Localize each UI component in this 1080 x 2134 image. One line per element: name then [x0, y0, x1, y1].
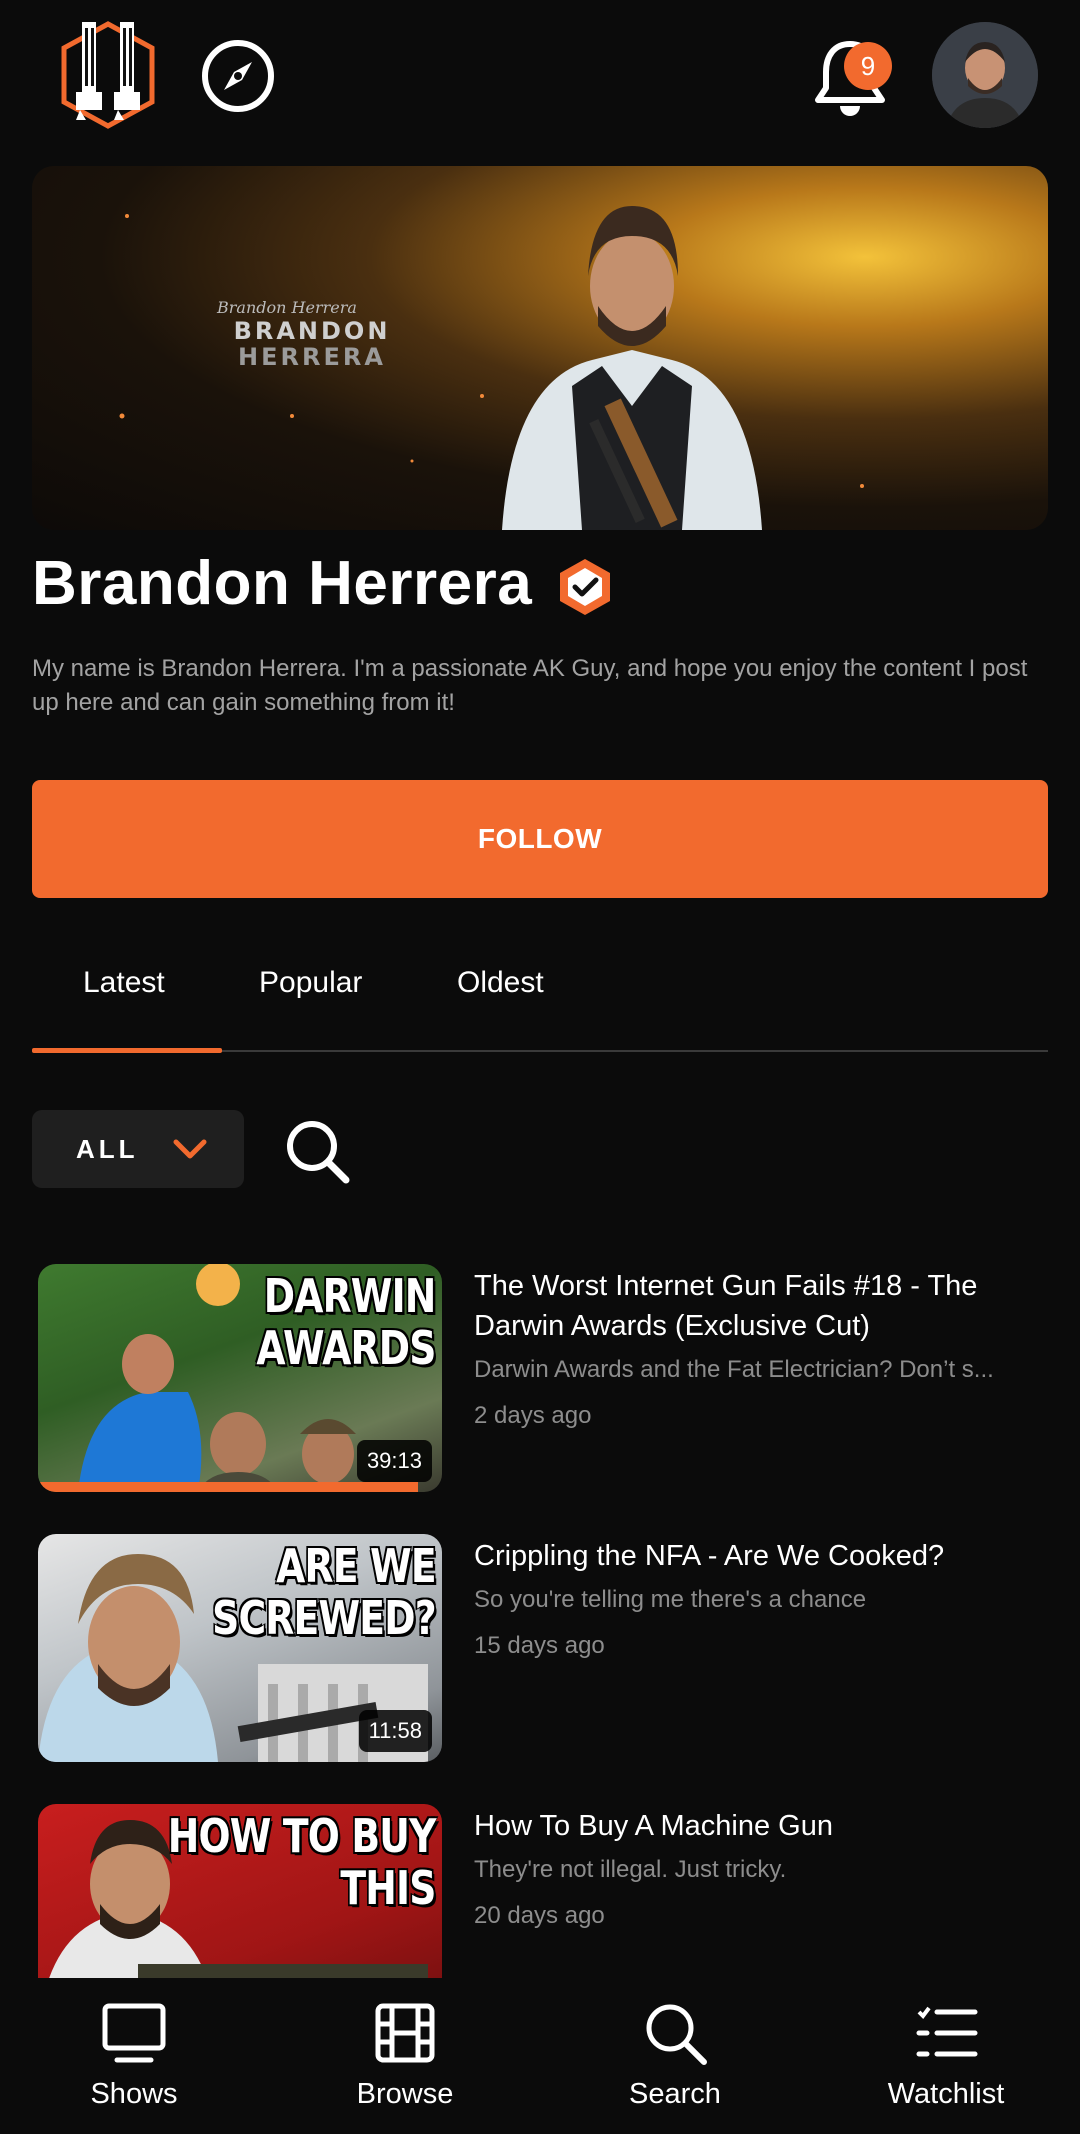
video-title[interactable]: How To Buy A Machine Gun	[474, 1806, 1044, 1846]
follow-button[interactable]: FOLLOW	[32, 780, 1048, 898]
video-subtitle: They're not illegal. Just tricky.	[474, 1856, 787, 1883]
compass-icon[interactable]	[200, 38, 276, 114]
filter-selected-label: ALL	[76, 1134, 139, 1164]
thumbnail-caption: ARE WE SCREWED?	[212, 1540, 436, 1644]
tv-icon	[102, 2003, 166, 2063]
tab-latest[interactable]: Latest	[83, 966, 165, 1000]
search-videos-icon[interactable]	[282, 1116, 352, 1186]
avatar-image	[932, 22, 1038, 128]
banner-art	[119, 206, 864, 530]
search-icon	[646, 2004, 707, 2065]
chevron-down-icon	[173, 1139, 207, 1159]
thumbnail-caption: DARWIN AWARDS	[256, 1269, 437, 1375]
video-title[interactable]: The Worst Internet Gun Fails #18 - The D…	[474, 1266, 1044, 1346]
thumbnail-caption-line: SCREWED?	[212, 1591, 436, 1645]
category-filter-dropdown[interactable]: ALL	[32, 1110, 244, 1188]
active-tab-indicator	[32, 1048, 222, 1053]
nav-browse[interactable]: Browse	[305, 1998, 505, 2111]
thumbnail-caption: HOW TO BUY THIS	[168, 1809, 437, 1915]
banner-name-line2: HERRERA	[238, 343, 386, 371]
video-thumbnail[interactable]: HOW TO BUY THIS	[38, 1804, 442, 1978]
thumbnail-caption-line: HOW TO BUY	[168, 1809, 437, 1863]
bottom-navigation: Shows Browse Search Watchlist	[0, 1978, 1080, 2134]
watch-progress-bar	[38, 1482, 418, 1492]
video-duration: 11:58	[358, 1710, 432, 1752]
video-thumbnail[interactable]: DARWIN AWARDS 39:13	[38, 1264, 442, 1492]
avatar[interactable]	[932, 22, 1038, 128]
banner-signature: Brandon Herrera	[217, 298, 357, 317]
channel-description: My name is Brandon Herrera. I'm a passio…	[32, 655, 1028, 716]
app-logo-icon[interactable]	[58, 20, 158, 130]
sort-tabs: Latest Popular Oldest	[32, 940, 1048, 1053]
video-item[interactable]: DARWIN AWARDS 39:13 The Worst Internet G…	[38, 1264, 1048, 1494]
video-title[interactable]: Crippling the NFA - Are We Cooked?	[474, 1536, 1044, 1576]
video-age: 20 days ago	[474, 1902, 605, 1929]
list-icon	[916, 2006, 978, 2057]
thumbnail-caption-line: THIS	[340, 1861, 437, 1915]
video-subtitle: So you're telling me there's a chance	[474, 1586, 867, 1613]
video-thumbnail[interactable]: ARE WE SCREWED? 11:58	[38, 1534, 442, 1762]
film-icon	[375, 2003, 435, 2063]
thumbnail-caption-line: AWARDS	[256, 1321, 437, 1375]
nav-shows[interactable]: Shows	[34, 1998, 234, 2111]
thumbnail-caption-line: DARWIN	[264, 1269, 437, 1323]
video-duration: 39:13	[356, 1440, 432, 1482]
notification-badge: 9	[844, 42, 892, 90]
video-subtitle: Darwin Awards and the Fat Electrician? D…	[474, 1356, 994, 1383]
nav-watchlist[interactable]: Watchlist	[846, 1998, 1046, 2111]
tab-oldest[interactable]: Oldest	[457, 966, 544, 1000]
tab-popular[interactable]: Popular	[259, 966, 362, 1000]
channel-title: Brandon Herrera	[32, 549, 533, 618]
nav-label: Search	[629, 2078, 721, 2110]
nav-label: Shows	[90, 2078, 178, 2110]
video-item[interactable]: ARE WE SCREWED? 11:58 Crippling the NFA …	[38, 1534, 1048, 1764]
video-age: 15 days ago	[474, 1632, 605, 1659]
verified-badge-icon	[560, 559, 610, 615]
channel-banner: Brandon Herrera BRANDON HERRERA	[32, 166, 1048, 530]
banner-name-line1: BRANDON	[233, 317, 391, 345]
thumbnail-caption-line: ARE WE	[276, 1539, 436, 1593]
video-age: 2 days ago	[474, 1402, 592, 1429]
nav-label: Browse	[356, 2078, 454, 2110]
nav-label: Watchlist	[887, 2078, 1005, 2110]
banner-name: BRANDON HERRERA	[212, 318, 412, 370]
top-bar: 9	[0, 0, 1080, 160]
video-item[interactable]: HOW TO BUY THIS How To Buy A Machine Gun…	[38, 1804, 1048, 1978]
nav-search[interactable]: Search	[575, 1998, 775, 2111]
